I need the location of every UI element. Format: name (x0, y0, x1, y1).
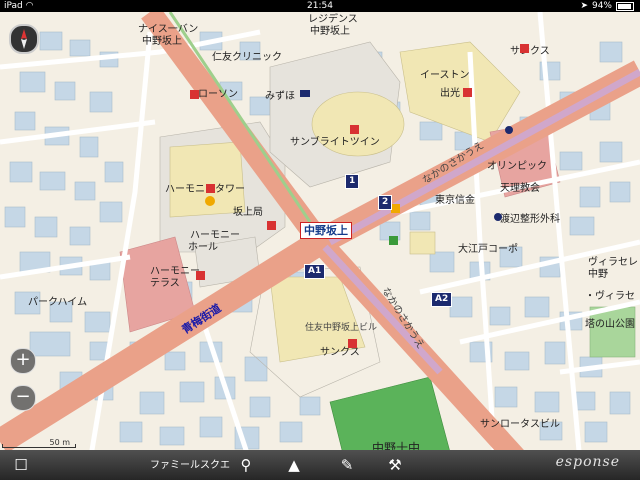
label-sumitomo-bldg: 住友中野坂上ビル (305, 321, 377, 333)
label-tokyo-shinkin: 東京信金 (435, 193, 475, 206)
search-button[interactable]: ⚲ (235, 454, 257, 476)
label-idemitsu: 出光 (440, 86, 460, 99)
battery-status: ➤ 94% (580, 0, 634, 12)
label-lawson: ローソン (198, 89, 238, 100)
label-tenri-church: 天理教会 (500, 181, 540, 194)
lawson-icon (190, 90, 199, 99)
label-sunrotas-bldg: サンロータスビル (480, 418, 560, 430)
label-villa-sere: ヴィラセレ (588, 255, 638, 268)
mcdonalds-icon (205, 196, 215, 206)
station-exit-2[interactable]: 2 (378, 195, 393, 210)
label-harmony-terrace-1: ハーモニー (150, 266, 200, 277)
clinic-icon (494, 213, 502, 221)
label-oedo-coop: 大江戸コーポ (458, 242, 518, 255)
bottom-place-label: ファミールスクエ (150, 460, 230, 471)
label-villa-sk: ・ヴィラセ (585, 289, 635, 302)
label-sankusu-ne: サンクス (510, 45, 550, 57)
shop-icon (391, 204, 400, 213)
label-mizuho: みずほ (265, 90, 295, 102)
station-exit-a2[interactable]: A2 (431, 292, 453, 307)
compass-icon[interactable] (9, 24, 39, 54)
harmony-poi-icon (206, 184, 215, 193)
compass-needle-icon (21, 29, 27, 49)
location-icon: ➤ (580, 1, 588, 11)
search-icon: ⚲ (240, 456, 252, 474)
tonoue-park (589, 306, 636, 358)
zoom-out-button[interactable]: − (10, 385, 36, 411)
wrench-icon: ⚒ (388, 456, 402, 474)
label-tonoue-park: 塔の山公園 (585, 317, 635, 330)
crossing-label[interactable]: 中野坂上 (300, 222, 352, 239)
clock: 21:54 (307, 1, 333, 11)
watermark: esponse (555, 454, 620, 470)
label-nakanosakaue-n: 中野坂上 (310, 24, 350, 37)
sunbright-poi-icon (350, 125, 359, 134)
sankusu-s-icon (348, 339, 357, 348)
pharmacy-icon (389, 236, 398, 245)
label-harmony-tower: ハーモニータワー (165, 183, 245, 195)
battery-icon (616, 1, 634, 11)
sankusu-ne-icon (520, 44, 529, 53)
harmony-tower-building (169, 141, 246, 218)
navigate-icon: ▲ (288, 456, 300, 474)
bottom-toolbar: ☐ ⚲ ▲ ✎ ⚒ (0, 450, 640, 480)
label-harmony-hall-1: ハーモニー (190, 230, 240, 241)
label-residence: レジデンス (308, 12, 358, 25)
bookmark-icon: ☐ (14, 456, 28, 474)
label-jinyu-clinic: 仁友クリニック (212, 50, 282, 63)
navigate-button[interactable]: ▲ (283, 454, 305, 476)
pen-button[interactable]: ✎ (336, 454, 358, 476)
label-harmony-terrace-2: テラス (150, 277, 180, 289)
battery-percent: 94% (591, 1, 612, 11)
station-exit-a1[interactable]: A1 (304, 264, 326, 279)
bookmark-button[interactable]: ☐ (10, 454, 32, 476)
label-watanabe-clinic: 渡辺整形外科 (500, 212, 560, 225)
scale-line (2, 444, 76, 448)
label-naitoban: ナイス一バン (138, 23, 198, 35)
label-harmony-hall-2: ホール (188, 241, 218, 253)
post-office-icon (267, 221, 276, 230)
olympic-poi-icon (505, 126, 513, 134)
zoom-in-button[interactable]: + (10, 348, 36, 374)
station-exit-1[interactable]: 1 (345, 174, 360, 189)
gas-station-icon (463, 88, 472, 97)
label-olympic: オリンピック (487, 160, 547, 172)
label-sunbright-twin: サンブライトツイン (290, 135, 380, 148)
label-nakanosakaue-nw: 中野坂上 (142, 34, 182, 47)
terrace-poi-icon (196, 271, 205, 280)
tokyo-shinkin-building (409, 231, 436, 255)
label-eastone: イーストン (420, 70, 470, 81)
status-bar: iPad ◠ 21:54 ➤ 94% (0, 0, 640, 12)
label-park-heim: パークハイム (28, 296, 87, 308)
scale-bar: 50 m (2, 438, 76, 450)
pen-icon: ✎ (340, 456, 354, 474)
label-nakano: 中野 (588, 267, 608, 280)
settings-button[interactable]: ⚒ (384, 454, 406, 476)
bank-icon (300, 90, 310, 97)
label-sakaue-post: 坂上局 (233, 206, 263, 218)
